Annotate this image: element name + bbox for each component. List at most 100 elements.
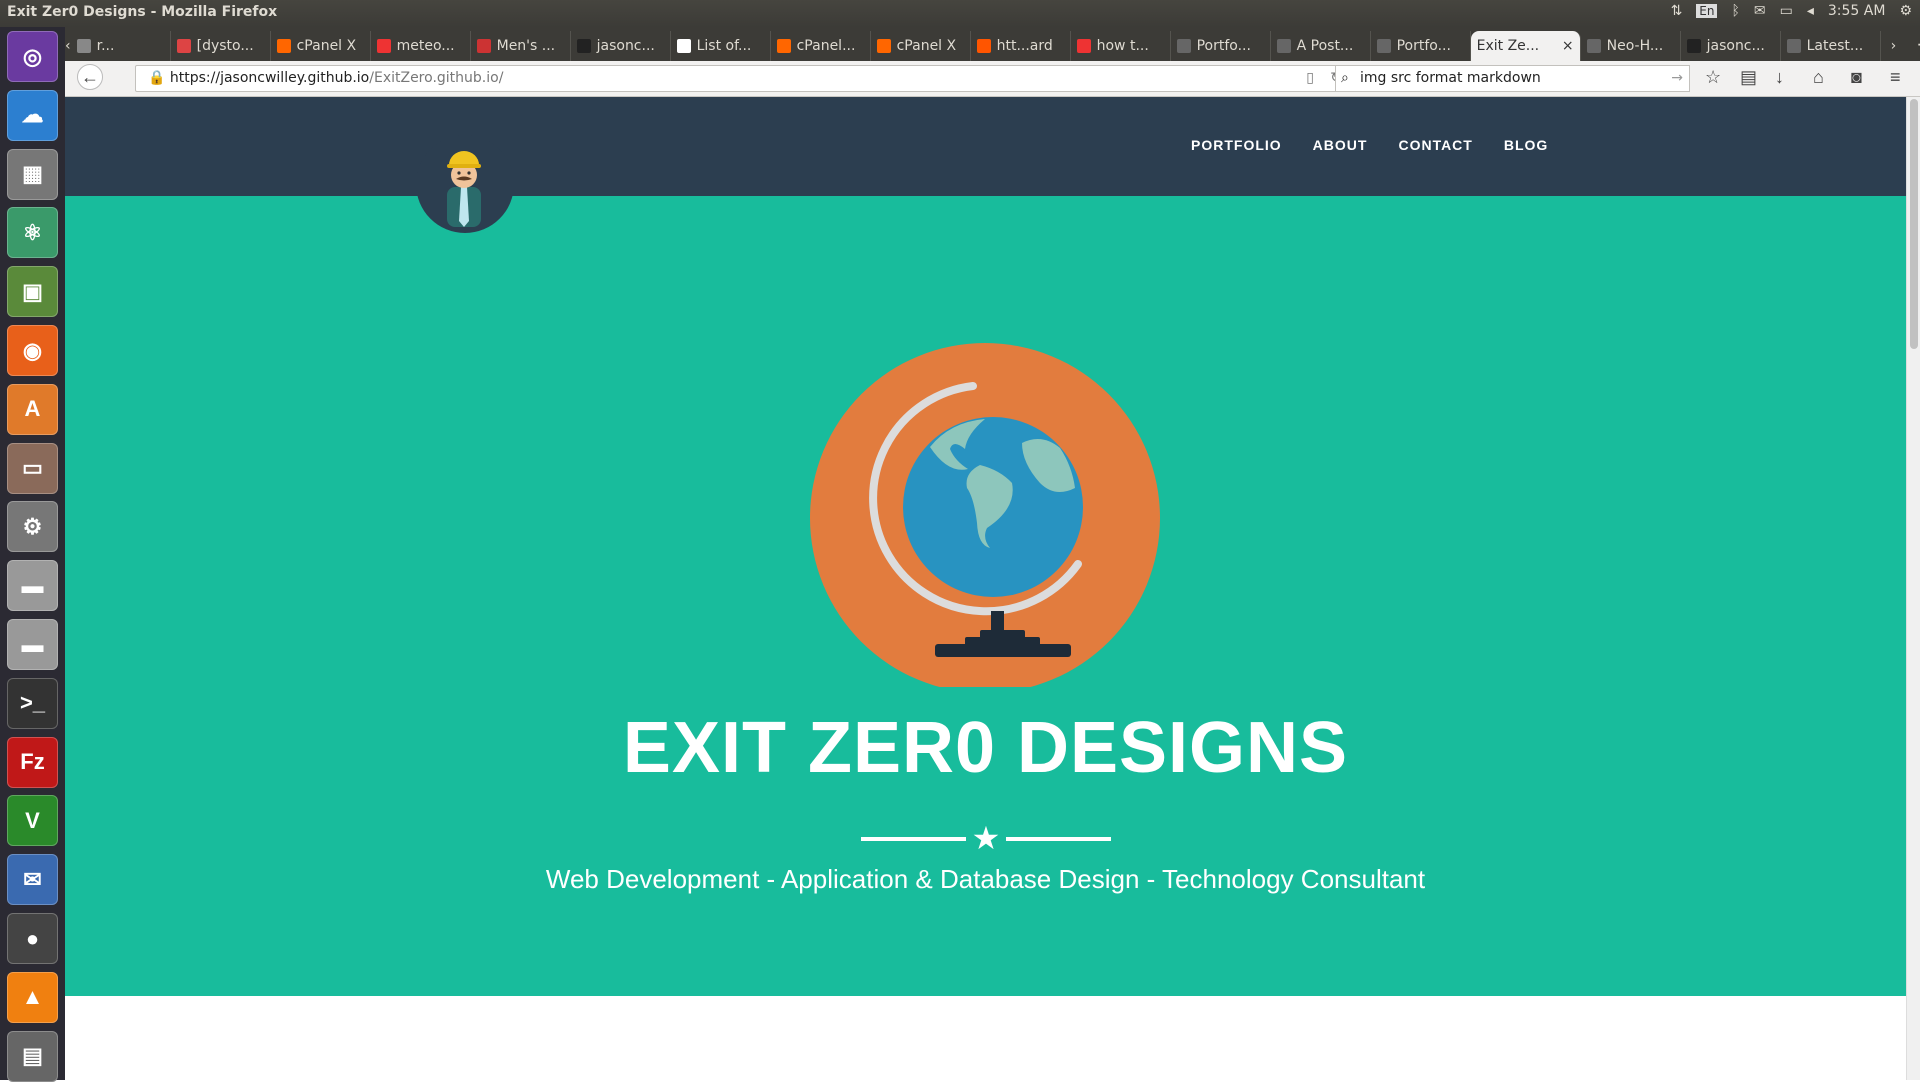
launcher-atom-icon[interactable]: ⚛	[7, 207, 58, 259]
nav-portfolio[interactable]: PORTFOLIO	[1191, 137, 1282, 153]
new-tab-button[interactable]: +	[1906, 32, 1920, 61]
network-icon[interactable]: ⇅	[1671, 3, 1683, 19]
browser-tab[interactable]: List of...	[671, 31, 771, 61]
browser-tab[interactable]: how t...	[1071, 31, 1171, 61]
tab-label: r...	[96, 38, 115, 54]
star-divider: ★	[861, 820, 1111, 856]
bluetooth-icon[interactable]: ᛒ	[1731, 3, 1739, 19]
launcher-unity-tweak-icon[interactable]: ▣	[7, 266, 58, 318]
launcher-archive-icon[interactable]: ▭	[7, 442, 58, 494]
tab-favicon-icon	[1176, 39, 1191, 53]
bookmark-star-icon[interactable]: ☆	[1705, 67, 1721, 88]
browser-tab[interactable]: cPanel X	[871, 31, 971, 61]
tab-label: A Post...	[1296, 38, 1354, 54]
back-button[interactable]: ←	[77, 64, 103, 90]
browser-tab[interactable]: jasonc...	[1681, 31, 1781, 61]
tab-label: Latest...	[1806, 38, 1864, 54]
power-gear-icon[interactable]: ⚙	[1899, 3, 1912, 19]
nav-about[interactable]: ABOUT	[1313, 137, 1368, 153]
tab-favicon-icon	[776, 39, 791, 53]
launcher-vim-icon[interactable]: V	[7, 795, 58, 847]
navigation-toolbar: ← 🔒 https://jasoncwilley.github.io/ExitZ…	[65, 61, 1920, 97]
system-top-bar: Exit Zer0 Designs - Mozilla Firefox ⇅ En…	[0, 0, 1920, 27]
browser-tab[interactable]: cPanel...	[771, 31, 871, 61]
tab-label: Exit Ze...	[1476, 38, 1540, 54]
launcher-colors-icon[interactable]: ●	[7, 913, 58, 964]
browser-tab[interactable]: htt...ard	[971, 31, 1071, 61]
launcher-calculator-icon[interactable]: ▦	[7, 148, 58, 200]
url-bar[interactable]: 🔒 https://jasoncwilley.github.io/ExitZer…	[135, 65, 1355, 92]
downloads-icon[interactable]: ↓	[1775, 67, 1784, 88]
mail-icon[interactable]: ✉	[1754, 3, 1766, 19]
tab-label: cPanel X	[896, 38, 957, 54]
browser-tab[interactable]: [dysto...	[171, 31, 271, 61]
pocket-icon[interactable]: ◙	[1851, 67, 1862, 88]
browser-tab[interactable]: meteo...	[371, 31, 471, 61]
search-go-icon[interactable]: →	[1671, 66, 1683, 91]
tab-favicon-icon	[876, 39, 891, 53]
volume-icon[interactable]: ◂	[1807, 3, 1814, 19]
tab-favicon-icon	[276, 39, 291, 53]
launcher-disk-icon[interactable]: ▬	[7, 619, 58, 670]
tab-label: Portfo...	[1396, 38, 1451, 54]
launcher-ubuntu-dash-icon[interactable]: ◎	[7, 31, 58, 82]
browser-tab[interactable]: Latest...	[1781, 31, 1881, 61]
browser-tab[interactable]: jasonc...	[571, 31, 671, 61]
search-icon: ⌕	[1341, 70, 1349, 86]
site-logo-avatar[interactable]	[416, 135, 514, 233]
clock[interactable]: 3:55 AM	[1828, 3, 1886, 19]
keyboard-indicator[interactable]: En	[1696, 4, 1718, 18]
battery-icon[interactable]: ▭	[1780, 3, 1793, 19]
tab-label: htt...ard	[996, 38, 1053, 54]
star-icon: ★	[971, 820, 1001, 856]
tab-favicon-icon	[976, 39, 991, 53]
tab-label: List of...	[696, 38, 752, 54]
launcher-terminal-icon[interactable]: >_	[7, 677, 58, 729]
window-title: Exit Zer0 Designs - Mozilla Firefox	[7, 4, 278, 20]
browser-tab[interactable]: A Post...	[1271, 31, 1371, 61]
home-icon[interactable]: ⌂	[1813, 67, 1824, 88]
browser-tab[interactable]: Exit Ze... ×	[1470, 31, 1581, 61]
nav-blog[interactable]: BLOG	[1504, 137, 1548, 153]
tab-label: Men's ...	[496, 38, 556, 54]
reader-view-icon[interactable]: ▯	[1306, 66, 1314, 91]
menu-icon[interactable]: ≡	[1890, 67, 1901, 88]
tab-favicon-icon	[1376, 39, 1391, 53]
scrollbar-thumb[interactable]	[1910, 99, 1918, 349]
tabs-scroll-right-icon[interactable]: ›	[1881, 38, 1907, 61]
launcher-more-icon[interactable]: ▤	[7, 1030, 58, 1082]
tab-bar: ‹ r... [dysto... cPanel Xmeteo... Men's ...…	[65, 27, 1920, 61]
tab-close-icon[interactable]: ×	[1562, 38, 1574, 54]
launcher-system-settings-icon[interactable]: ⚙	[7, 501, 58, 553]
tab-favicon-icon	[376, 39, 391, 53]
browser-tab[interactable]: Men's ...	[471, 31, 571, 61]
search-value: img src format markdown	[1360, 70, 1541, 86]
page-scrollbar[interactable]	[1906, 97, 1920, 1080]
tab-favicon-icon	[176, 39, 191, 53]
browser-tab[interactable]: cPanel X	[271, 31, 371, 61]
reading-list-icon[interactable]: ▤	[1740, 67, 1757, 88]
nav-contact[interactable]: CONTACT	[1398, 137, 1472, 153]
tab-label: cPanel...	[796, 38, 856, 54]
launcher-thunderbird-icon[interactable]: ✉	[7, 854, 58, 906]
tab-label: Neo-H...	[1606, 38, 1664, 54]
tab-favicon-icon	[1686, 39, 1701, 53]
launcher-cloud-icon[interactable]: ☁	[7, 89, 58, 141]
launcher-disk-icon[interactable]: ▬	[7, 560, 58, 612]
site-subtitle: Web Development - Application & Database…	[545, 864, 1426, 894]
site-header: PORTFOLIO ABOUT CONTACT BLOG	[65, 97, 1906, 196]
launcher-software-center-icon[interactable]: A	[7, 383, 58, 435]
launcher-filezilla-icon[interactable]: Fz	[7, 736, 58, 788]
tab-favicon-icon	[476, 39, 491, 53]
browser-tab[interactable]: Neo-H...	[1581, 31, 1681, 61]
launcher-firefox-icon[interactable]: ◉	[7, 325, 58, 376]
tab-label: cPanel X	[296, 38, 357, 54]
tab-favicon-icon	[676, 39, 691, 53]
browser-tab[interactable]: Portfo...	[1371, 31, 1471, 61]
browser-tab[interactable]: Portfo...	[1171, 31, 1271, 61]
browser-tab[interactable]: r...	[71, 31, 171, 61]
tab-label: how t...	[1096, 38, 1149, 54]
tab-label: meteo...	[396, 38, 455, 54]
launcher-vlc-icon[interactable]: ▲	[7, 971, 58, 1023]
search-input[interactable]: ⌕ img src format markdown →	[1335, 65, 1690, 92]
